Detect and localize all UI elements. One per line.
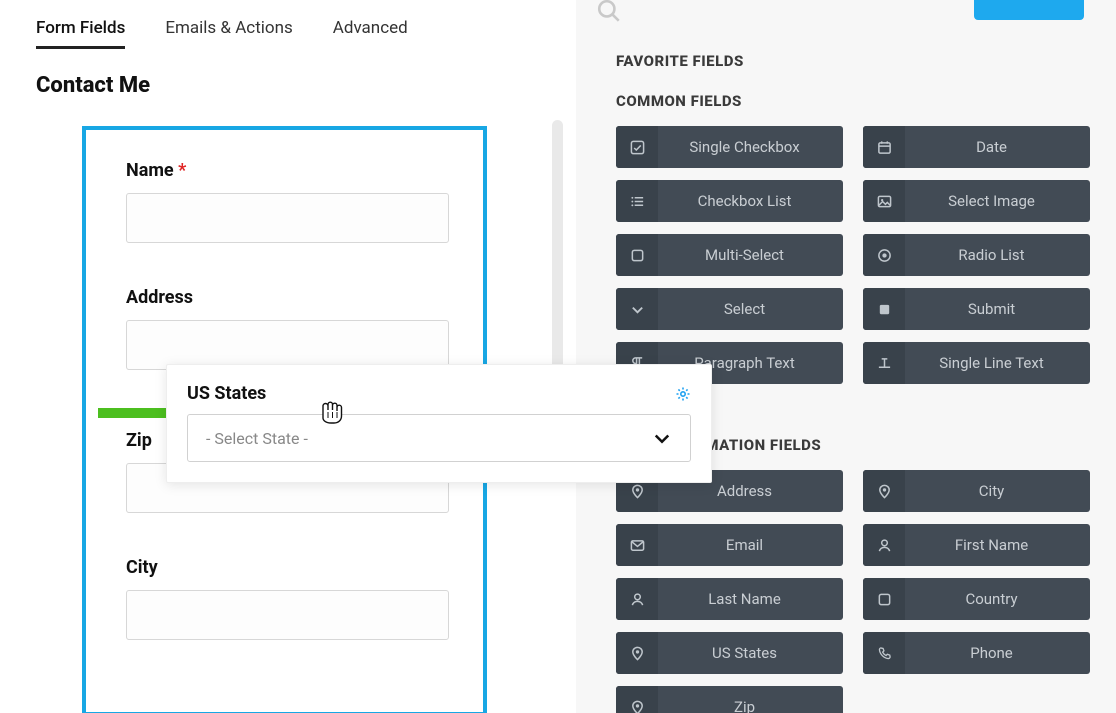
image-icon (863, 180, 905, 222)
filled-square-icon (863, 288, 905, 330)
section-common-fields: COMMON FIELDS (616, 92, 1090, 110)
field-type-button[interactable]: Zip (616, 686, 843, 713)
field-type-label: Zip (658, 698, 843, 713)
square-icon (616, 234, 658, 276)
dragging-field-card[interactable]: US States - Select State - (166, 364, 712, 483)
field-type-label: Multi-Select (658, 246, 843, 264)
section-favorite-fields: FAVORITE FIELDS (616, 52, 1090, 70)
check-square-icon (616, 126, 658, 168)
user-icon (863, 524, 905, 566)
map-pin-icon (616, 686, 658, 713)
field-type-label: Select (658, 300, 843, 318)
field-type-label: Single Line Text (905, 354, 1090, 372)
builder-left-panel: Form Fields Emails & Actions Advanced Co… (0, 0, 576, 713)
calendar-icon (863, 126, 905, 168)
search-icon[interactable] (596, 0, 622, 24)
field-type-button[interactable]: Single Checkbox (616, 126, 843, 168)
primary-button[interactable] (974, 0, 1084, 20)
chevron-down-icon (652, 428, 672, 448)
list-icon (616, 180, 658, 222)
field-type-button[interactable]: Email (616, 524, 843, 566)
field-type-label: Submit (905, 300, 1090, 318)
field-type-button[interactable]: Submit (863, 288, 1090, 330)
map-pin-icon (616, 632, 658, 674)
field-type-button[interactable]: Radio List (863, 234, 1090, 276)
dot-circle-icon (863, 234, 905, 276)
select-placeholder: - Select State - (206, 429, 308, 448)
builder-tabs: Form Fields Emails & Actions Advanced (36, 18, 576, 49)
field-label: City (126, 557, 443, 578)
field-type-label: Country (905, 590, 1090, 608)
form-field-city[interactable]: City (126, 557, 443, 640)
field-type-label: US States (658, 644, 843, 662)
field-type-label: Select Image (905, 192, 1090, 210)
state-select[interactable]: - Select State - (187, 414, 691, 462)
field-type-button[interactable]: Single Line Text (863, 342, 1090, 384)
field-type-label: Address (658, 482, 843, 500)
map-pin-icon (863, 470, 905, 512)
form-field-address[interactable]: Address (126, 287, 443, 370)
text-cursor-icon (863, 342, 905, 384)
field-type-button[interactable]: City (863, 470, 1090, 512)
field-type-label: Email (658, 536, 843, 554)
field-type-label: Single Checkbox (658, 138, 843, 156)
field-type-label: First Name (905, 536, 1090, 554)
phone-icon (863, 632, 905, 674)
field-type-button[interactable]: Country (863, 578, 1090, 620)
tab-emails-actions[interactable]: Emails & Actions (165, 18, 292, 49)
field-type-button[interactable]: Phone (863, 632, 1090, 674)
page-title: Contact Me (36, 73, 576, 98)
text-input[interactable] (126, 320, 449, 370)
tab-form-fields[interactable]: Form Fields (36, 18, 125, 49)
field-type-button[interactable]: Multi-Select (616, 234, 843, 276)
field-type-button[interactable]: Checkbox List (616, 180, 843, 222)
field-type-button[interactable]: First Name (863, 524, 1090, 566)
chevron-down-icon (616, 288, 658, 330)
field-label: Name * (126, 160, 443, 181)
field-type-label: Phone (905, 644, 1090, 662)
field-type-button[interactable]: US States (616, 632, 843, 674)
field-type-button[interactable]: Select Image (863, 180, 1090, 222)
drag-card-title: US States (187, 383, 266, 404)
text-input[interactable] (126, 193, 449, 243)
pointer-cursor-icon (316, 394, 344, 424)
square-icon (863, 578, 905, 620)
text-input[interactable] (126, 590, 449, 640)
tab-advanced[interactable]: Advanced (333, 18, 408, 49)
field-label: Address (126, 287, 443, 308)
field-type-button[interactable]: Date (863, 126, 1090, 168)
field-type-label: Date (905, 138, 1090, 156)
field-type-button[interactable]: Last Name (616, 578, 843, 620)
fields-sidebar: FAVORITE FIELDS COMMON FIELDS Single Che… (576, 0, 1116, 713)
scrollbar[interactable] (552, 120, 563, 380)
form-field-name[interactable]: Name * (126, 160, 443, 243)
envelope-icon (616, 524, 658, 566)
gear-icon[interactable] (675, 386, 691, 402)
field-type-label: Checkbox List (658, 192, 843, 210)
field-type-label: Last Name (658, 590, 843, 608)
user-icon (616, 578, 658, 620)
field-type-label: Radio List (905, 246, 1090, 264)
required-star: * (178, 160, 186, 181)
field-type-button[interactable]: Select (616, 288, 843, 330)
field-type-label: City (905, 482, 1090, 500)
